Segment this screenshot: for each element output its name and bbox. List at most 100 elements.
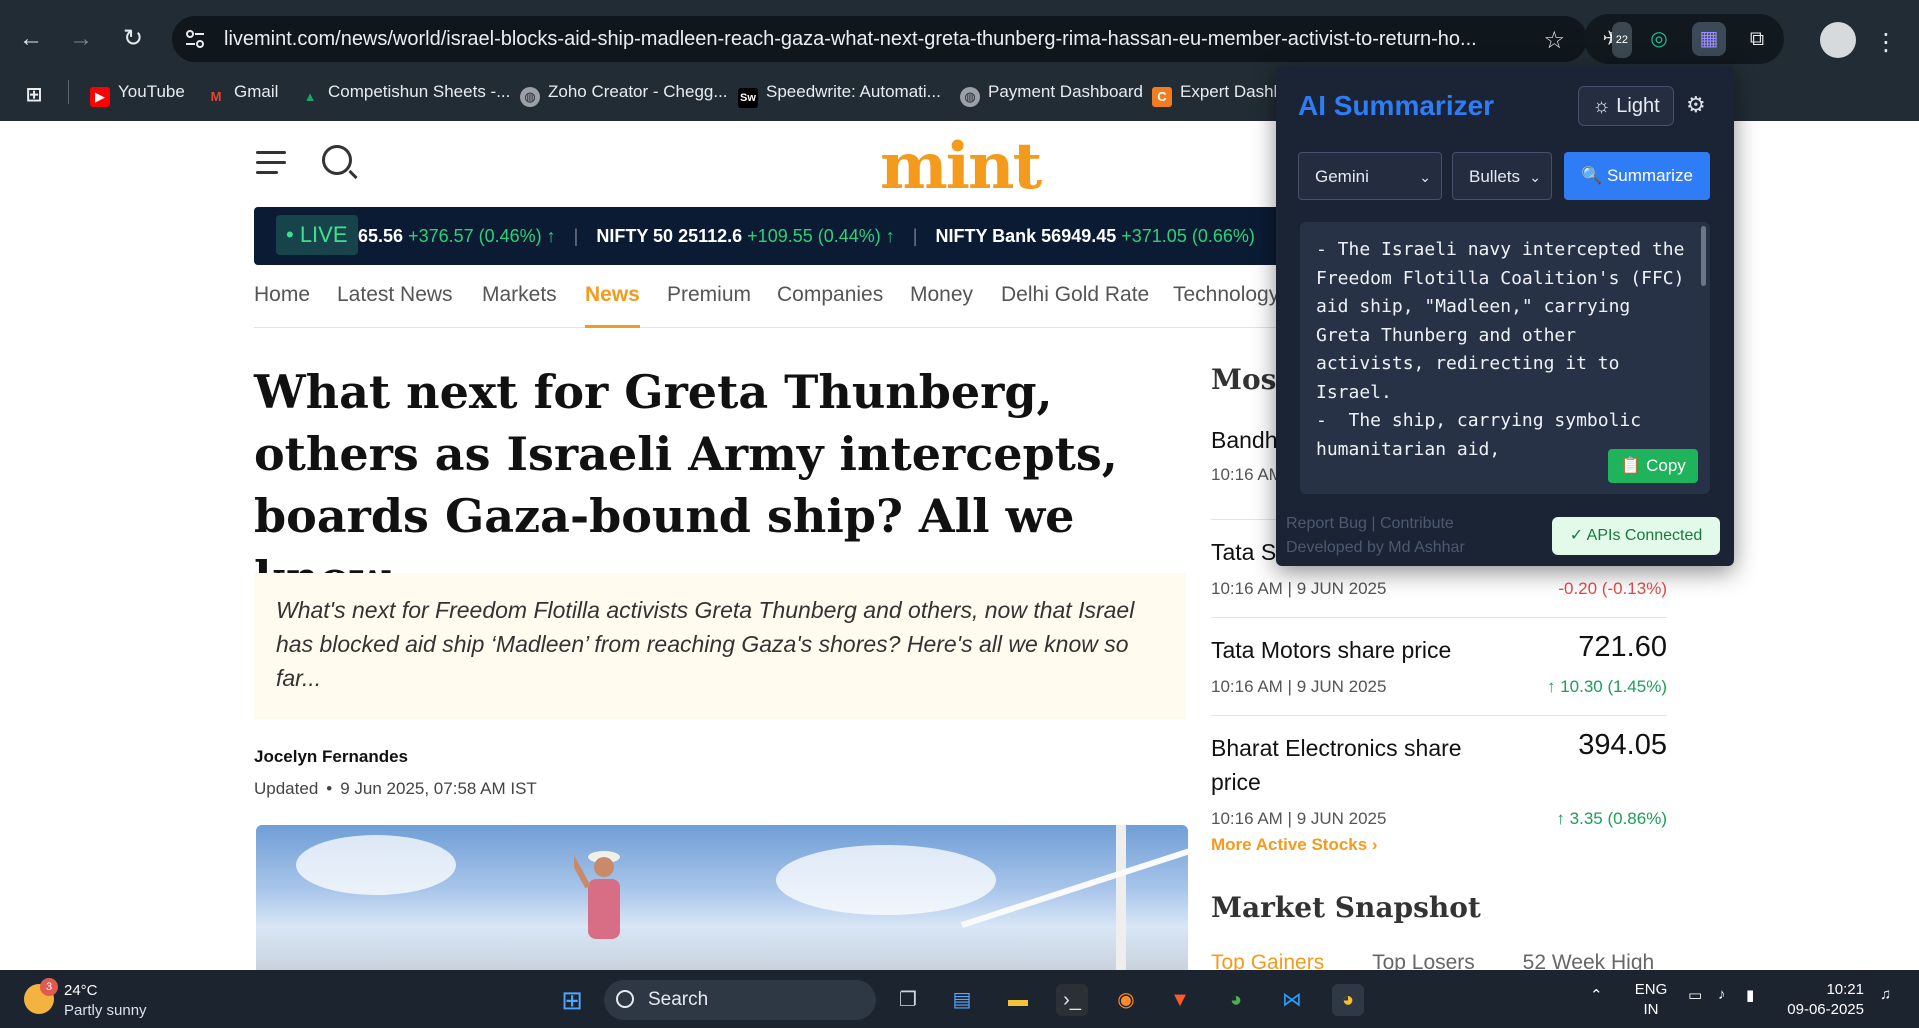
live-badge[interactable]: • LIVE (276, 215, 358, 255)
model-select[interactable]: Gemini ⌄ (1298, 152, 1442, 200)
scrollbar[interactable] (1701, 226, 1706, 286)
stock-price: 394.05 (1578, 729, 1667, 761)
ai-summarizer-extension-icon[interactable]: ▦ (1692, 22, 1726, 56)
chrome-icon[interactable]: ◕ (1220, 984, 1252, 1016)
show-hidden-icons-icon[interactable]: ⌃ (1590, 986, 1603, 1004)
brave-icon[interactable]: ▼ (1164, 984, 1196, 1016)
bookmark-gmail[interactable]: M Gmail (206, 80, 279, 104)
extensions-group: ✈ 22 ◎ ▦ ⧉ (1584, 14, 1784, 64)
google-drive-icon: ▲ (303, 89, 317, 104)
extension-bird-icon[interactable]: ✈ 22 (1594, 22, 1632, 58)
bookmark-zoho[interactable]: ◍ Zoho Creator - Chegg... (520, 80, 728, 107)
mint-logo[interactable]: mint (880, 129, 1042, 204)
updated-line: Updated • 9 Jun 2025, 07:58 AM IST (254, 779, 537, 798)
apps-grid-icon[interactable]: ⊞ (24, 80, 52, 105)
popup-title: AI Summarizer (1298, 90, 1495, 121)
developer-credit: Developed by Md Ashhar (1286, 539, 1465, 556)
nav-money[interactable]: Money (910, 283, 973, 307)
nav-news[interactable]: News (585, 283, 640, 328)
bookmarks-divider (68, 80, 69, 104)
address-bar[interactable]: livemint.com/news/world/israel-blocks-ai… (172, 16, 1587, 62)
terminal-icon[interactable]: ›_ (1056, 984, 1088, 1016)
network-icon[interactable]: ▭ (1688, 986, 1702, 1004)
grammarly-icon[interactable]: ◎ (1642, 22, 1676, 56)
bookmark-youtube[interactable]: ▶ YouTube (90, 80, 185, 107)
notepad-icon[interactable]: ▤ (946, 984, 978, 1016)
globe-icon: ◍ (520, 87, 540, 107)
nav-companies[interactable]: Companies (777, 283, 883, 307)
ai-summarizer-popup: AI Summarizer ☼ Light ⚙ Gemini ⌄ Bullets ⌄… (1276, 66, 1734, 566)
summary-text: - The Israeli navy intercepted the Freed… (1316, 239, 1685, 460)
vscode-icon[interactable]: ⋈ (1276, 984, 1308, 1016)
article-summary-box: What's next for Freedom Flotilla activis… (254, 573, 1186, 719)
notification-bell-icon[interactable]: ♫ (1880, 986, 1891, 1003)
bookmark-payment[interactable]: ◍ Payment Dashboard (960, 80, 1143, 107)
nav-latest-news[interactable]: Latest News (337, 283, 453, 307)
windows-taskbar: 3 24°C Partly sunny ⊞ Search ❐ ▤ ▬ ›_ ◉ … (0, 970, 1919, 1028)
volume-icon[interactable]: ♪ (1718, 986, 1726, 1003)
nav-markets[interactable]: Markets (482, 283, 557, 307)
reload-icon[interactable]: ↻ (118, 24, 148, 54)
author-name[interactable]: Jocelyn Fernandes (254, 747, 408, 767)
site-settings-icon[interactable] (184, 28, 206, 50)
speedwrite-icon: Sw (738, 88, 758, 108)
nav-technology[interactable]: Technology (1173, 283, 1279, 307)
sun-icon: ☼ (1592, 95, 1611, 117)
article-headline: What next for Greta Thunberg, others as … (254, 365, 1118, 605)
browser-menu-icon[interactable]: ⋮ (1874, 28, 1898, 57)
chrome-active-icon[interactable]: ◕ (1332, 984, 1364, 1016)
popup-footer: Report Bug | Contribute Developed by Md … (1286, 512, 1465, 560)
nav-delhi-gold-rate[interactable]: Delhi Gold Rate (1001, 283, 1149, 307)
market-snapshot-title: Market Snapshot (1211, 891, 1481, 924)
weather-widget[interactable]: 3 24°C Partly sunny (24, 978, 164, 1022)
updated-time: 9 Jun 2025, 07:58 AM IST (340, 779, 537, 798)
more-active-stocks-link[interactable]: More Active Stocks › (1211, 835, 1378, 855)
format-select[interactable]: Bullets ⌄ (1452, 152, 1552, 200)
stock-change-up: ↑ 3.35 (0.86%) (1556, 809, 1667, 828)
system-clock[interactable]: 10:21 09-06-2025 (1780, 980, 1864, 1020)
battery-icon[interactable]: ▮ (1746, 986, 1754, 1004)
stock-change-up: ↑ 10.30 (1.45%) (1546, 677, 1667, 696)
hamburger-menu-icon[interactable] (256, 151, 286, 174)
theme-toggle-button[interactable]: ☼ Light (1578, 86, 1674, 126)
toolbar: ← → ↻ livemint.com/news/world/israel-blo… (0, 12, 1919, 66)
youtube-icon: ▶ (90, 87, 110, 107)
windows-start-icon[interactable]: ⊞ (556, 984, 588, 1016)
nav-home[interactable]: Home (254, 283, 310, 307)
taskbar-search[interactable]: Search (604, 980, 876, 1020)
extension-badge: 22 (1611, 22, 1632, 58)
bookmark-star-icon[interactable]: ☆ (1543, 26, 1565, 55)
back-arrow-icon[interactable]: ← (16, 24, 46, 54)
search-icon[interactable] (322, 145, 352, 175)
ticker-strip: 65.56 +376.57 (0.46%) ↑ | NIFTY 50 25112.6… (358, 226, 1255, 246)
market-ticker: 65.56 +376.57 (0.46%) ↑ | NIFTY 50 25112.6… (254, 207, 1374, 265)
gear-icon[interactable]: ⚙ (1686, 92, 1706, 118)
stock-change-down: -0.20 (-0.13%) (1558, 579, 1667, 598)
globe-icon: ◍ (960, 87, 980, 107)
language-indicator[interactable]: ENG IN (1634, 980, 1668, 1020)
profile-avatar[interactable] (1820, 22, 1856, 58)
nav-premium[interactable]: Premium (667, 283, 751, 307)
api-status-badge: ✓ APIs Connected (1552, 517, 1720, 555)
bookmark-competishun[interactable]: ▲ Competishun Sheets -... (300, 80, 511, 104)
forward-arrow-icon[interactable]: → (66, 24, 96, 54)
copy-button[interactable]: 📋 Copy (1608, 449, 1698, 483)
report-bug-links[interactable]: Report Bug | Contribute (1286, 512, 1465, 536)
chevron-down-icon: ⌄ (1419, 169, 1431, 185)
stock-item-tata-motors[interactable]: Tata Motors share price 721.60 10:16 AM … (1211, 617, 1667, 716)
bookmark-speedwrite[interactable]: Sw Speedwrite: Automati... (738, 80, 941, 108)
weather-badge: 3 (40, 978, 58, 996)
stock-item-bharat-electronics[interactable]: Bharat Electronics share price 394.05 10… (1211, 715, 1667, 828)
search-icon (616, 990, 634, 1008)
article-hero-image (256, 825, 1188, 970)
task-view-icon[interactable]: ❐ (892, 984, 924, 1016)
stock-price: 721.60 (1578, 631, 1667, 663)
chegg-icon: C (1152, 87, 1172, 107)
person-photo (574, 851, 620, 939)
bookmark-expert[interactable]: C Expert Dashb (1152, 80, 1283, 107)
file-explorer-icon[interactable]: ▬ (1002, 984, 1034, 1016)
extensions-puzzle-icon[interactable]: ⧉ (1740, 22, 1774, 56)
summarize-button[interactable]: 🔍 Summarize (1564, 152, 1710, 200)
url-text[interactable]: livemint.com/news/world/israel-blocks-ai… (224, 16, 1534, 62)
firefox-icon[interactable]: ◉ (1110, 984, 1142, 1016)
